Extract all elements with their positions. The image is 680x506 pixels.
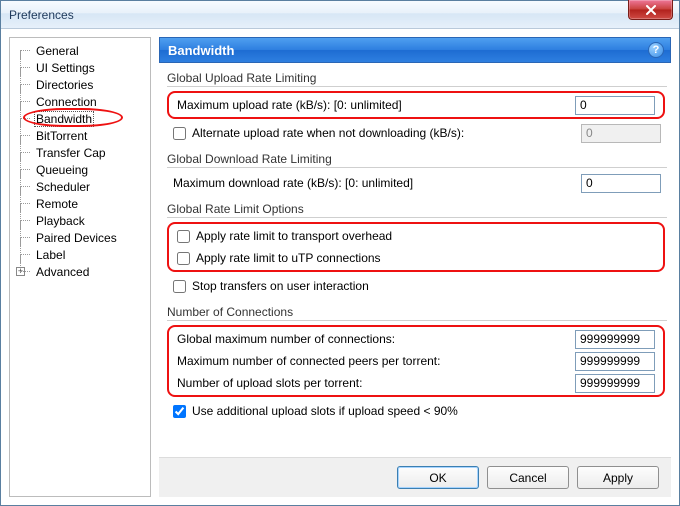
close-button[interactable] <box>628 0 673 20</box>
window-title: Preferences <box>9 8 74 22</box>
sidebar-item-bittorrent[interactable]: BitTorrent <box>10 127 150 144</box>
sidebar-item-ui-settings[interactable]: UI Settings <box>10 59 150 76</box>
utp-checkbox[interactable] <box>177 252 190 265</box>
apply-button[interactable]: Apply <box>577 466 659 489</box>
global-conn-label: Global maximum number of connections: <box>177 332 569 346</box>
overhead-checkbox[interactable] <box>177 230 190 243</box>
dialog-body: General UI Settings Directories Connection B… <box>1 29 679 505</box>
sidebar-item-label: Paired Devices <box>36 231 117 245</box>
titlebar[interactable]: Preferences <box>1 1 679 29</box>
button-bar: OK Cancel Apply <box>159 457 671 497</box>
group-title-options: Global Rate Limit Options <box>167 202 667 218</box>
highlight-rate-options: Apply rate limit to transport overhead A… <box>167 222 665 272</box>
sidebar-item-label: Connection <box>36 95 97 109</box>
sidebar-item-scheduler[interactable]: Scheduler <box>10 178 150 195</box>
sidebar-item-label: Label <box>36 248 65 262</box>
help-icon[interactable]: ? <box>648 42 664 58</box>
max-download-label: Maximum download rate (kB/s): [0: unlimi… <box>173 176 575 190</box>
sidebar-item-queueing[interactable]: Queueing <box>10 161 150 178</box>
sidebar-item-connection[interactable]: Connection <box>10 93 150 110</box>
sidebar-item-directories[interactable]: Directories <box>10 76 150 93</box>
sidebar-item-label[interactable]: Label <box>10 246 150 263</box>
main-panel: Bandwidth ? Global Upload Rate Limiting … <box>159 37 671 497</box>
peers-label: Maximum number of connected peers per to… <box>177 354 569 368</box>
sidebar-item-label: UI Settings <box>36 61 95 75</box>
panel-body: Global Upload Rate Limiting Maximum uplo… <box>159 63 671 457</box>
sidebar-item-label: General <box>36 44 79 58</box>
extra-slots-checkbox[interactable] <box>173 405 186 418</box>
max-upload-input[interactable] <box>575 96 655 115</box>
options-group: Global Rate Limit Options Apply rate lim… <box>163 202 667 297</box>
sidebar-item-label: BitTorrent <box>36 129 87 143</box>
highlight-connections: Global maximum number of connections: Ma… <box>167 325 665 397</box>
sidebar-item-label: Scheduler <box>36 180 90 194</box>
panel-title: Bandwidth <box>168 43 234 58</box>
expand-icon[interactable]: + <box>16 267 25 276</box>
peers-input[interactable] <box>575 352 655 371</box>
extra-slots-label: Use additional upload slots if upload sp… <box>192 404 661 418</box>
stop-checkbox[interactable] <box>173 280 186 293</box>
sidebar-item-advanced[interactable]: + Advanced <box>10 263 150 280</box>
sidebar-item-label: Remote <box>36 197 78 211</box>
download-group: Global Download Rate Limiting Maximum do… <box>163 152 667 194</box>
panel-header: Bandwidth ? <box>159 37 671 63</box>
group-title-upload: Global Upload Rate Limiting <box>167 71 667 87</box>
sidebar-item-label: Queueing <box>36 163 88 177</box>
sidebar-item-playback[interactable]: Playback <box>10 212 150 229</box>
sidebar-item-label: Transfer Cap <box>36 146 106 160</box>
alt-upload-input <box>581 124 661 143</box>
preferences-window: Preferences General UI Settings Directorie… <box>0 0 680 506</box>
sidebar-item-paired-devices[interactable]: Paired Devices <box>10 229 150 246</box>
sidebar-item-remote[interactable]: Remote <box>10 195 150 212</box>
close-icon <box>645 5 657 15</box>
utp-label: Apply rate limit to uTP connections <box>196 251 655 265</box>
upload-group: Global Upload Rate Limiting Maximum uplo… <box>163 71 667 144</box>
ok-button[interactable]: OK <box>397 466 479 489</box>
global-conn-input[interactable] <box>575 330 655 349</box>
max-download-input[interactable] <box>581 174 661 193</box>
sidebar-item-label: Playback <box>36 214 85 228</box>
slots-input[interactable] <box>575 374 655 393</box>
group-title-download: Global Download Rate Limiting <box>167 152 667 168</box>
sidebar-item-general[interactable]: General <box>10 42 150 59</box>
overhead-label: Apply rate limit to transport overhead <box>196 229 655 243</box>
sidebar-item-bandwidth[interactable]: Bandwidth <box>10 110 150 127</box>
category-tree[interactable]: General UI Settings Directories Connection B… <box>9 37 151 497</box>
sidebar-item-label: Advanced <box>36 265 89 279</box>
slots-label: Number of upload slots per torrent: <box>177 376 569 390</box>
sidebar-item-transfer-cap[interactable]: Transfer Cap <box>10 144 150 161</box>
alt-upload-checkbox[interactable] <box>173 127 186 140</box>
max-upload-label: Maximum upload rate (kB/s): [0: unlimite… <box>177 98 569 112</box>
group-title-connections: Number of Connections <box>167 305 667 321</box>
cancel-button[interactable]: Cancel <box>487 466 569 489</box>
sidebar-item-label: Bandwidth <box>34 111 94 127</box>
stop-label: Stop transfers on user interaction <box>192 279 661 293</box>
highlight-max-upload: Maximum upload rate (kB/s): [0: unlimite… <box>167 91 665 119</box>
sidebar-item-label: Directories <box>36 78 93 92</box>
connections-group: Number of Connections Global maximum num… <box>163 305 667 422</box>
alt-upload-label: Alternate upload rate when not downloadi… <box>192 126 575 140</box>
